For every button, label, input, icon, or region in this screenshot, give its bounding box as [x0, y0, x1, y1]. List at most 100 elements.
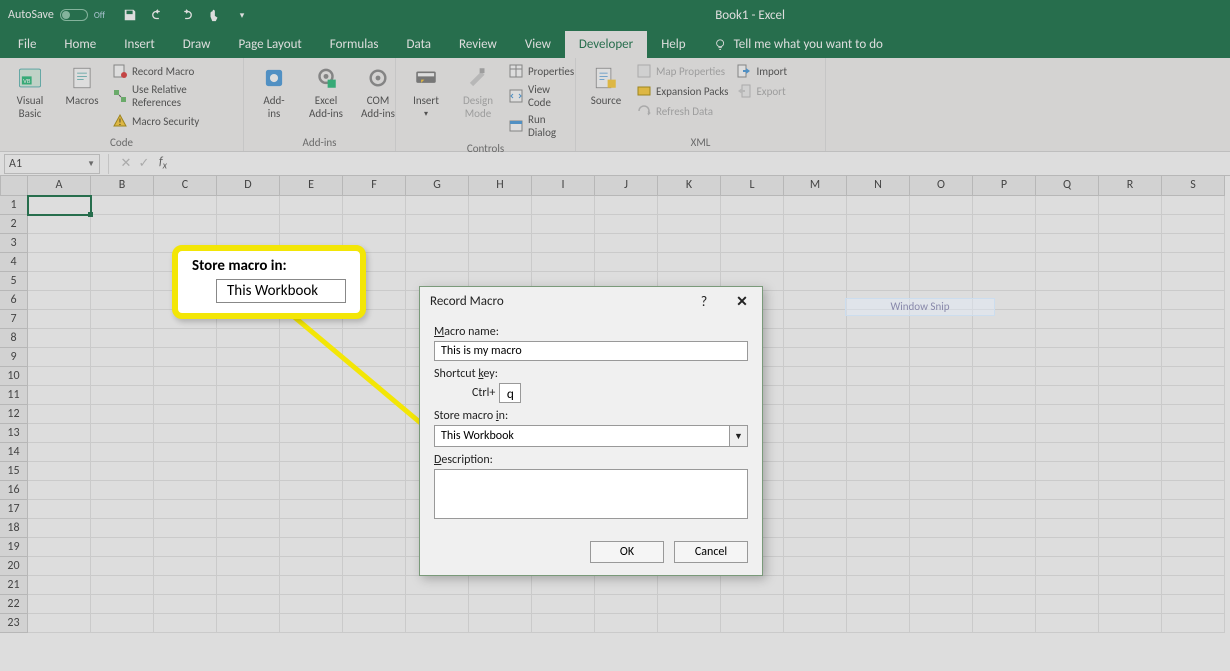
- tab-data[interactable]: Data: [393, 31, 446, 58]
- cell[interactable]: [280, 614, 343, 633]
- cell[interactable]: [784, 614, 847, 633]
- cell[interactable]: [280, 557, 343, 576]
- cell[interactable]: [721, 196, 784, 215]
- cell[interactable]: [910, 538, 973, 557]
- ok-button[interactable]: OK: [590, 541, 664, 563]
- cell[interactable]: [784, 310, 847, 329]
- tell-me-search[interactable]: Tell me what you want to do: [700, 31, 897, 58]
- cell[interactable]: [1162, 614, 1225, 633]
- cell[interactable]: [658, 215, 721, 234]
- cell[interactable]: [217, 595, 280, 614]
- cell[interactable]: [406, 595, 469, 614]
- tab-home[interactable]: Home: [50, 31, 110, 58]
- cell[interactable]: [910, 196, 973, 215]
- cell[interactable]: [1036, 595, 1099, 614]
- cell[interactable]: [847, 329, 910, 348]
- record-macro-button[interactable]: Record Macro: [110, 62, 237, 80]
- cell[interactable]: [217, 367, 280, 386]
- column-header[interactable]: A: [28, 176, 91, 196]
- macro-security-button[interactable]: !Macro Security: [110, 112, 237, 130]
- cell[interactable]: [343, 481, 406, 500]
- cell[interactable]: [280, 443, 343, 462]
- cell[interactable]: [973, 462, 1036, 481]
- cell[interactable]: [1099, 386, 1162, 405]
- cell[interactable]: [1162, 272, 1225, 291]
- cell[interactable]: [847, 519, 910, 538]
- cell[interactable]: [154, 348, 217, 367]
- cell[interactable]: [280, 500, 343, 519]
- cell[interactable]: [784, 291, 847, 310]
- cell[interactable]: [532, 215, 595, 234]
- cell[interactable]: [532, 595, 595, 614]
- cell[interactable]: [973, 481, 1036, 500]
- cell[interactable]: [847, 386, 910, 405]
- dialog-titlebar[interactable]: Record Macro ? ✕: [420, 287, 762, 315]
- column-header[interactable]: F: [343, 176, 406, 196]
- help-icon[interactable]: ?: [694, 293, 714, 310]
- cell[interactable]: [343, 576, 406, 595]
- cell[interactable]: [973, 500, 1036, 519]
- cell[interactable]: [1036, 310, 1099, 329]
- cell[interactable]: [1036, 405, 1099, 424]
- cell[interactable]: [28, 310, 91, 329]
- cell[interactable]: [91, 462, 154, 481]
- cell[interactable]: [280, 519, 343, 538]
- cell[interactable]: [973, 424, 1036, 443]
- cell[interactable]: [784, 234, 847, 253]
- cell[interactable]: [973, 576, 1036, 595]
- cell[interactable]: [1099, 272, 1162, 291]
- cell[interactable]: [1099, 500, 1162, 519]
- cell[interactable]: [1036, 481, 1099, 500]
- cell[interactable]: [1099, 614, 1162, 633]
- cell[interactable]: [973, 367, 1036, 386]
- cell[interactable]: [91, 272, 154, 291]
- cell[interactable]: [91, 215, 154, 234]
- cell[interactable]: [154, 500, 217, 519]
- cell[interactable]: [91, 310, 154, 329]
- cell[interactable]: [973, 443, 1036, 462]
- row-header[interactable]: 10: [0, 367, 28, 386]
- cell[interactable]: [721, 595, 784, 614]
- cell[interactable]: [784, 443, 847, 462]
- cell[interactable]: [658, 576, 721, 595]
- cell[interactable]: [1099, 367, 1162, 386]
- cell[interactable]: [217, 424, 280, 443]
- tab-developer[interactable]: Developer: [565, 31, 647, 58]
- cell[interactable]: [910, 272, 973, 291]
- cell[interactable]: [28, 576, 91, 595]
- cell[interactable]: [721, 234, 784, 253]
- cell[interactable]: [91, 481, 154, 500]
- column-header[interactable]: M: [784, 176, 847, 196]
- cell[interactable]: [1099, 519, 1162, 538]
- cell[interactable]: [595, 196, 658, 215]
- column-header[interactable]: L: [721, 176, 784, 196]
- cell[interactable]: [217, 386, 280, 405]
- cell[interactable]: [154, 614, 217, 633]
- cell[interactable]: [721, 215, 784, 234]
- expansion-packs-button[interactable]: Expansion Packs: [634, 82, 730, 100]
- cell[interactable]: [1162, 367, 1225, 386]
- cell[interactable]: [406, 576, 469, 595]
- cell[interactable]: [1036, 576, 1099, 595]
- cell[interactable]: [343, 462, 406, 481]
- cell[interactable]: [1036, 557, 1099, 576]
- row-header[interactable]: 1: [0, 196, 28, 215]
- cell[interactable]: [910, 576, 973, 595]
- tab-draw[interactable]: Draw: [169, 31, 225, 58]
- cell[interactable]: [1036, 386, 1099, 405]
- cell[interactable]: [28, 614, 91, 633]
- cell[interactable]: [532, 253, 595, 272]
- cell[interactable]: [973, 215, 1036, 234]
- cell[interactable]: [280, 196, 343, 215]
- cell[interactable]: [1162, 576, 1225, 595]
- cell[interactable]: [217, 576, 280, 595]
- cell[interactable]: [28, 253, 91, 272]
- cell[interactable]: [154, 405, 217, 424]
- cell[interactable]: [28, 519, 91, 538]
- cell[interactable]: [595, 215, 658, 234]
- tab-page-layout[interactable]: Page Layout: [224, 31, 315, 58]
- cell[interactable]: [343, 595, 406, 614]
- cell[interactable]: [910, 481, 973, 500]
- row-header[interactable]: 19: [0, 538, 28, 557]
- cell[interactable]: [847, 367, 910, 386]
